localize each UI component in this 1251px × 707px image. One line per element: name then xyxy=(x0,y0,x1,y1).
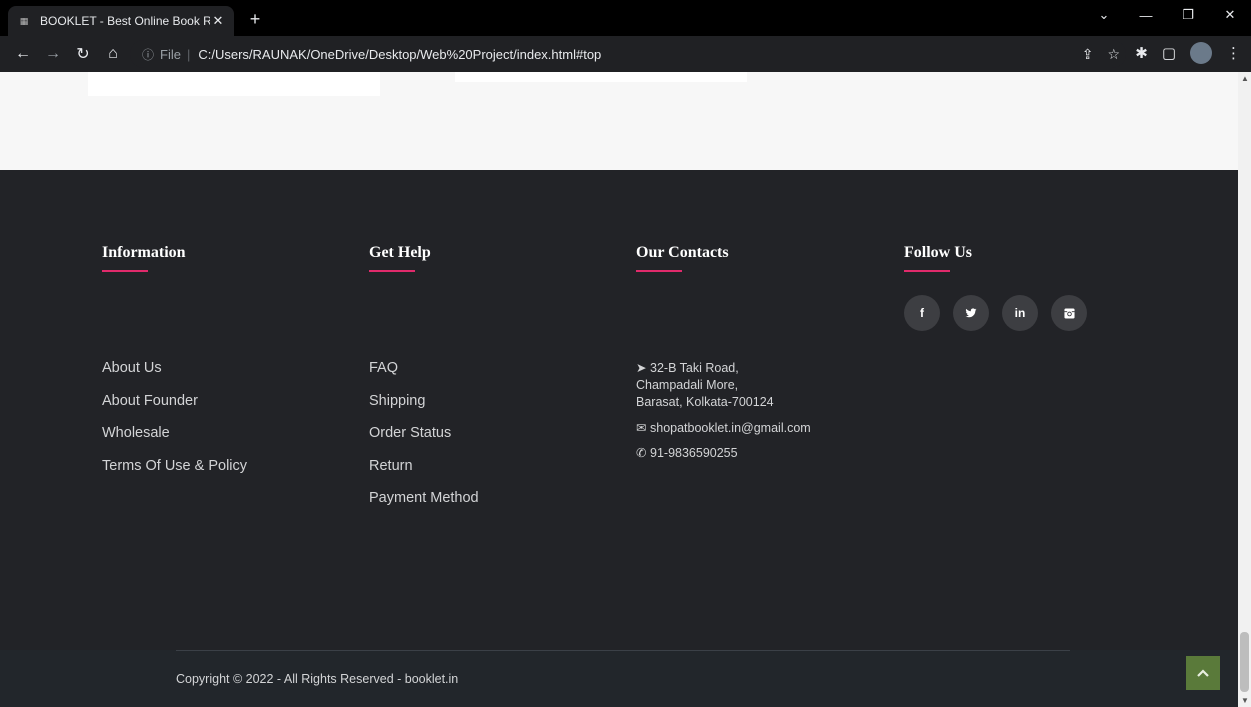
footer-link-terms[interactable]: Terms Of Use & Policy xyxy=(102,456,247,489)
footer-links: FAQ Shipping Order Status Return Payment… xyxy=(369,358,479,521)
content-card xyxy=(88,72,380,96)
footer-link-payment-method[interactable]: Payment Method xyxy=(369,488,479,521)
site-favicon-icon: ▦ xyxy=(19,15,29,26)
chevron-up-icon xyxy=(1197,669,1209,677)
separator: | xyxy=(186,46,191,62)
contact-email[interactable]: shopatbooklet.in@gmail.com xyxy=(650,420,811,437)
address-bar[interactable]: ⓘ File | C:/Users/RAUNAK/OneDrive/Deskto… xyxy=(130,40,1126,68)
url-text[interactable]: C:/Users/RAUNAK/OneDrive/Desktop/Web%20P… xyxy=(198,47,601,62)
browser-tabbar: ▦ BOOKLET - Best Online Book Rea ✕ + ⌄ —… xyxy=(0,0,1251,36)
social-links: f in xyxy=(904,295,1087,331)
scroll-up-arrow-icon[interactable]: ▲ xyxy=(1241,74,1249,83)
divider xyxy=(176,650,1070,651)
menu-kebab-icon[interactable]: ⋮ xyxy=(1226,44,1241,62)
heading-underline xyxy=(102,270,148,272)
footer-link-return[interactable]: Return xyxy=(369,456,479,489)
scroll-down-arrow-icon[interactable]: ▼ xyxy=(1241,696,1249,705)
share-icon[interactable]: ⇪ xyxy=(1082,46,1094,63)
restore-icon[interactable]: ❐ xyxy=(1167,0,1209,30)
minimize-icon[interactable]: — xyxy=(1125,0,1167,30)
heading-underline xyxy=(904,270,950,272)
browser-tab[interactable]: ▦ BOOKLET - Best Online Book Rea ✕ xyxy=(8,6,234,36)
footer-links: About Us About Founder Wholesale Terms O… xyxy=(102,358,247,488)
footer-link-order-status[interactable]: Order Status xyxy=(369,423,479,456)
browser-toolbar: ← → ↻ ⌂ ⓘ File | C:/Users/RAUNAK/OneDriv… xyxy=(0,36,1251,72)
back-to-top-button[interactable] xyxy=(1186,656,1220,690)
copyright-text: Copyright © 2022 - All Rights Reserved -… xyxy=(176,672,459,686)
linkedin-icon[interactable]: in xyxy=(1002,295,1038,331)
new-tab-button[interactable]: + xyxy=(244,8,266,30)
location-arrow-icon: ➤ xyxy=(636,361,647,375)
profile-avatar[interactable] xyxy=(1190,42,1212,64)
close-window-icon[interactable]: ✕ xyxy=(1209,0,1251,30)
tab-close-icon[interactable]: ✕ xyxy=(210,13,226,29)
heading-underline xyxy=(636,270,682,272)
tab-search-icon[interactable]: ⌄ xyxy=(1083,0,1125,30)
footer-link-about-us[interactable]: About Us xyxy=(102,358,247,391)
contact-phone[interactable]: 91-9836590255 xyxy=(650,445,738,462)
home-icon[interactable]: ⌂ xyxy=(98,39,128,69)
footer-heading: Get Help xyxy=(369,244,431,261)
scrollbar-thumb[interactable] xyxy=(1240,632,1249,692)
page-scrollbar[interactable]: ▲ ▼ xyxy=(1238,72,1251,707)
address-line-3: Barasat, Kolkata-700124 xyxy=(636,395,774,409)
instagram-icon[interactable] xyxy=(1051,295,1087,331)
address-line-1: 32-B Taki Road, xyxy=(650,361,739,375)
site-footer: Information About Us About Founder Whole… xyxy=(0,170,1238,650)
phone-icon: ✆ xyxy=(636,446,647,460)
site-info-icon[interactable]: ⓘ xyxy=(142,46,154,63)
twitter-icon[interactable] xyxy=(953,295,989,331)
file-label: File xyxy=(160,46,181,62)
envelope-icon: ✉ xyxy=(636,421,647,435)
footer-heading: Information xyxy=(102,244,186,261)
footer-bottom-bar: Copyright © 2022 - All Rights Reserved -… xyxy=(0,650,1238,707)
page-viewport: Information About Us About Founder Whole… xyxy=(0,72,1238,707)
extensions-icon[interactable]: ✱ xyxy=(1135,44,1148,62)
footer-heading: Follow Us xyxy=(904,244,972,261)
forward-icon[interactable]: → xyxy=(38,39,68,69)
footer-link-wholesale[interactable]: Wholesale xyxy=(102,423,247,456)
facebook-icon[interactable]: f xyxy=(904,295,940,331)
content-card xyxy=(455,72,747,82)
side-panel-icon[interactable]: ▢ xyxy=(1162,44,1176,62)
bookmark-star-icon[interactable]: ☆ xyxy=(1107,46,1120,63)
footer-link-faq[interactable]: FAQ xyxy=(369,358,479,391)
address-line-2: Champadali More, xyxy=(636,378,739,392)
heading-underline xyxy=(369,270,415,272)
footer-heading: Our Contacts xyxy=(636,244,729,261)
window-controls: ⌄ — ❐ ✕ xyxy=(1083,0,1251,30)
reload-icon[interactable]: ↻ xyxy=(68,39,98,69)
footer-link-shipping[interactable]: Shipping xyxy=(369,391,479,424)
back-icon[interactable]: ← xyxy=(8,39,38,69)
contact-details: ➤ 32-B Taki Road, Champadali More, Baras… xyxy=(636,360,811,462)
footer-link-about-founder[interactable]: About Founder xyxy=(102,391,247,424)
tab-title: BOOKLET - Best Online Book Rea xyxy=(40,14,210,28)
